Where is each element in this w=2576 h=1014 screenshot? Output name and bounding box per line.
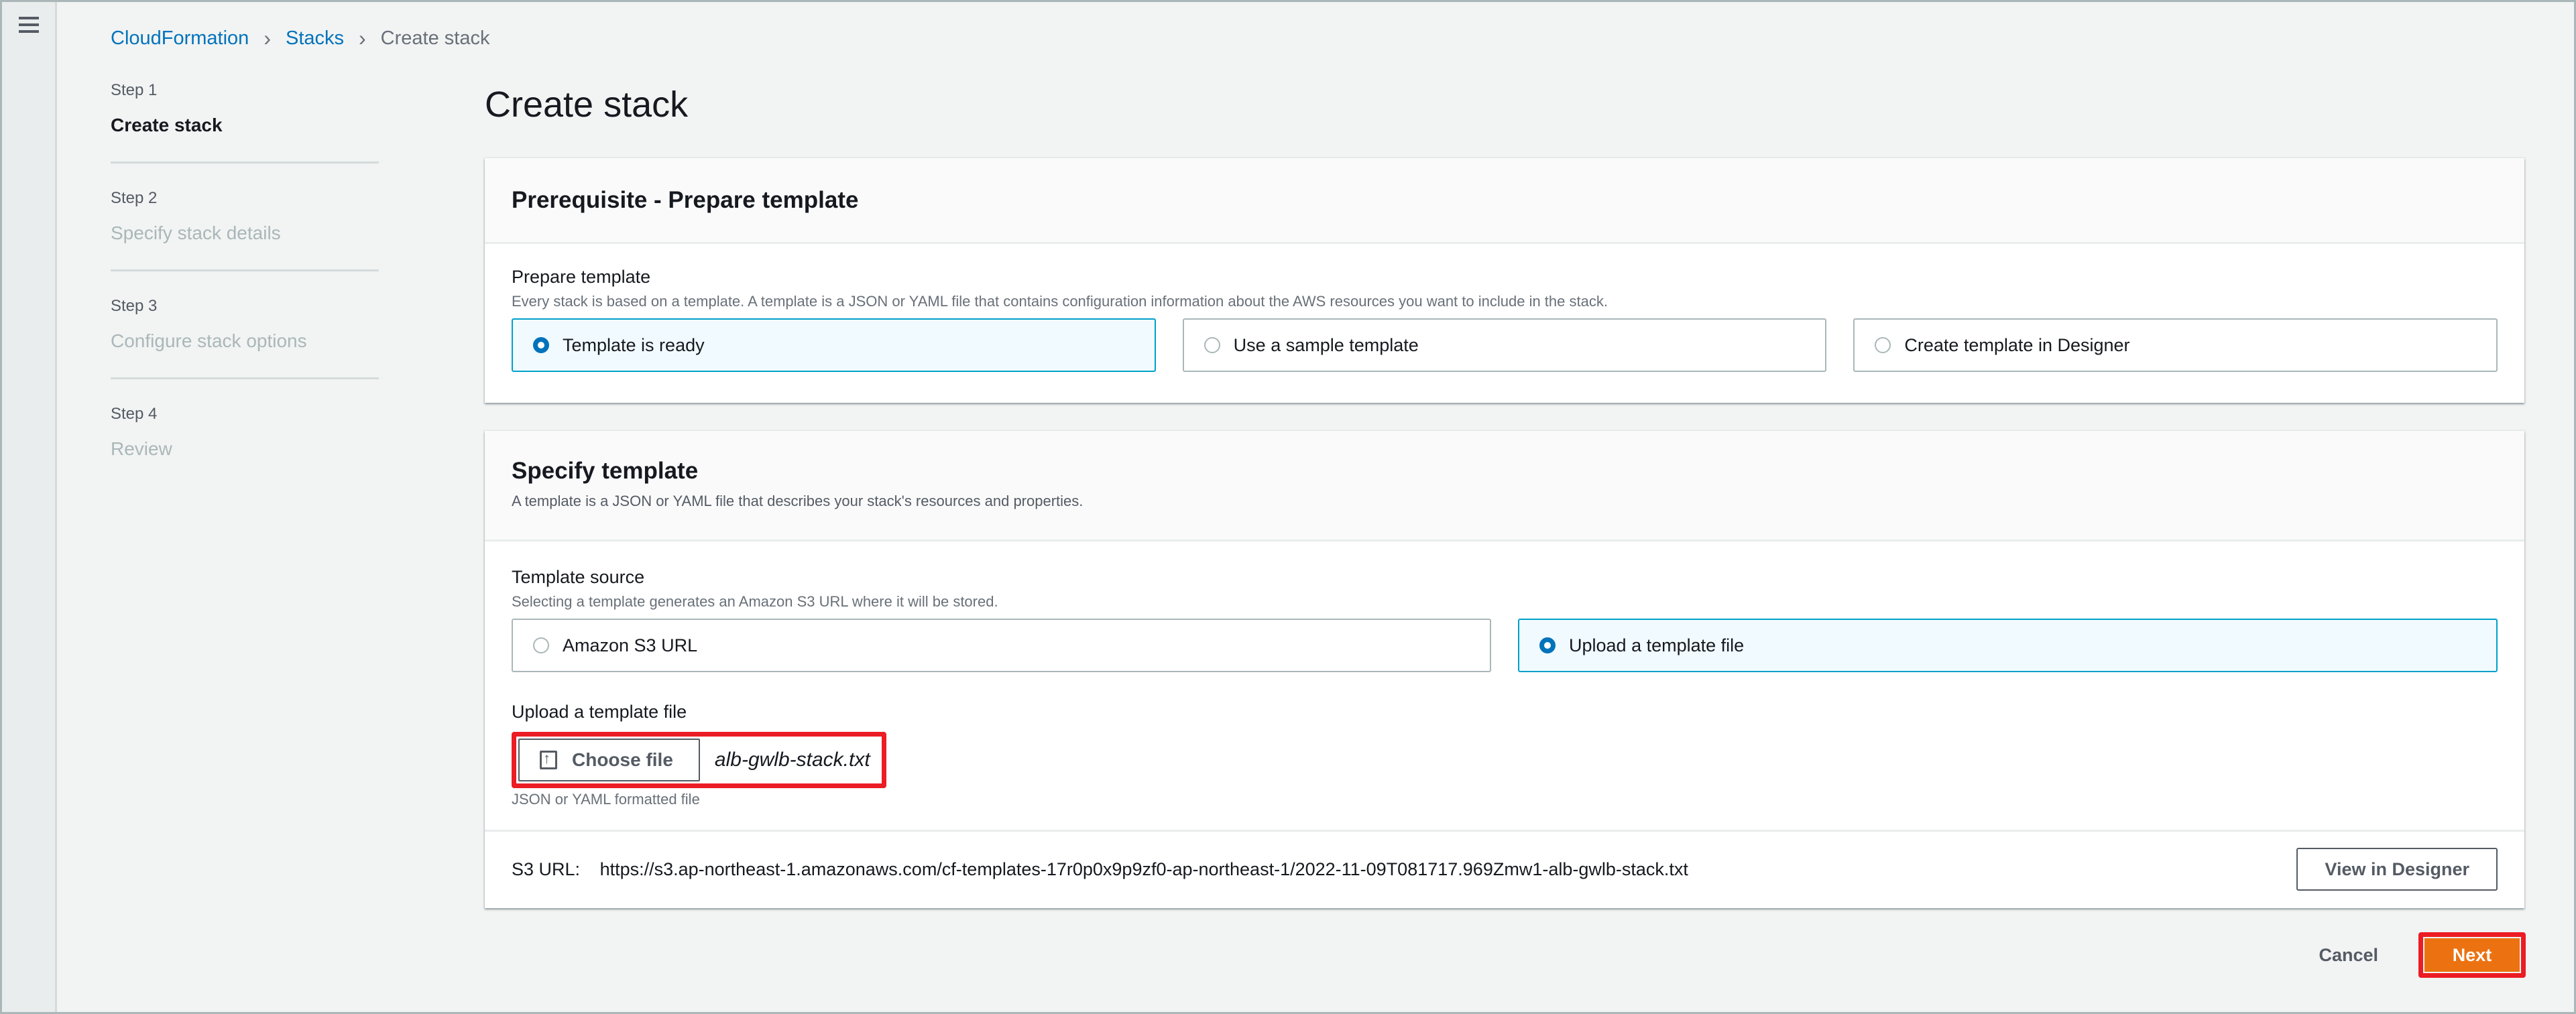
file-upload-row: Choose file alb-gwlb-stack.txt xyxy=(512,732,2498,788)
option-label: Upload a template file xyxy=(1569,635,1745,655)
field-label: Prepare template xyxy=(512,267,651,287)
panel-header: Specify template A template is a JSON or… xyxy=(485,431,2524,542)
panel-title: Specify template xyxy=(512,458,699,484)
view-in-designer-button[interactable]: View in Designer xyxy=(2296,848,2498,891)
field-label: Upload a template file xyxy=(512,702,687,722)
step-title: Create stack xyxy=(111,115,223,135)
next-button[interactable]: Next xyxy=(2424,938,2520,972)
prerequisite-panel: Prerequisite - Prepare template Prepare … xyxy=(485,158,2524,403)
highlight-box: Choose file alb-gwlb-stack.txt xyxy=(512,732,886,788)
choose-file-label: Choose file xyxy=(572,749,673,770)
wizard-actions: Cancel Next xyxy=(2319,932,2526,978)
cancel-button[interactable]: Cancel xyxy=(2319,945,2378,966)
wizard-steps: Step 1 Create stack Step 2 Specify stack… xyxy=(111,81,379,511)
field-label: Template source xyxy=(512,567,645,587)
panel-body: Template source Selecting a template gen… xyxy=(485,542,2524,830)
radio-empty-icon[interactable] xyxy=(1875,337,1891,353)
wizard-step-4: Step 4 Review xyxy=(111,405,379,485)
radio-empty-icon[interactable] xyxy=(1204,337,1220,353)
panel-body: Prepare template Every stack is based on… xyxy=(485,244,2524,372)
option-sample-template[interactable]: Use a sample template xyxy=(1182,318,1827,372)
radio-empty-icon[interactable] xyxy=(533,637,549,653)
s3-url-row: S3 URL: https://s3.ap-northeast-1.amazon… xyxy=(485,830,2524,907)
upload-hint: JSON or YAML formatted file xyxy=(512,791,700,808)
template-source-options: Amazon S3 URL Upload a template file xyxy=(512,619,2498,672)
step-number: Step 1 xyxy=(111,81,158,99)
step-number: Step 2 xyxy=(111,189,158,207)
wizard-step-2: Step 2 Specify stack details xyxy=(111,189,379,271)
hamburger-menu-icon[interactable] xyxy=(19,17,39,33)
field-description: Every stack is based on a template. A te… xyxy=(512,293,1608,310)
option-label: Amazon S3 URL xyxy=(563,635,698,655)
wizard-step-3: Step 3 Configure stack options xyxy=(111,297,379,379)
prepare-template-options: Template is ready Use a sample template … xyxy=(512,318,2498,372)
step-number: Step 3 xyxy=(111,297,158,315)
choose-file-button[interactable]: Choose file xyxy=(518,739,700,781)
chevron-right-icon: › xyxy=(264,26,271,50)
s3-url-text: S3 URL: https://s3.ap-northeast-1.amazon… xyxy=(512,859,1688,880)
radio-selected-icon[interactable] xyxy=(533,337,549,353)
step-title: Configure stack options xyxy=(111,330,307,351)
breadcrumb: CloudFormation › Stacks › Create stack xyxy=(111,26,489,51)
breadcrumb-current: Create stack xyxy=(380,27,490,49)
step-title: Specify stack details xyxy=(111,223,281,243)
selected-file-name: alb-gwlb-stack.txt xyxy=(714,749,870,771)
breadcrumb-cloudformation[interactable]: CloudFormation xyxy=(111,27,249,50)
step-title: Review xyxy=(111,438,172,459)
s3-url-value: https://s3.ap-northeast-1.amazonaws.com/… xyxy=(599,859,1688,879)
left-nav-rail xyxy=(2,2,57,1012)
option-create-in-designer[interactable]: Create template in Designer xyxy=(1853,318,2498,372)
upload-icon xyxy=(540,750,557,769)
specify-template-panel: Specify template A template is a JSON or… xyxy=(485,431,2524,908)
panel-description: A template is a JSON or YAML file that d… xyxy=(512,493,1084,509)
panel-header: Prerequisite - Prepare template xyxy=(485,158,2524,244)
field-description: Selecting a template generates an Amazon… xyxy=(512,593,998,610)
option-upload-file[interactable]: Upload a template file xyxy=(1518,619,2498,672)
option-label: Create template in Designer xyxy=(1904,334,2130,355)
option-s3-url[interactable]: Amazon S3 URL xyxy=(512,619,1491,672)
wizard-step-1: Step 1 Create stack xyxy=(111,81,379,164)
chevron-right-icon: › xyxy=(359,26,366,50)
option-template-ready[interactable]: Template is ready xyxy=(512,318,1156,372)
s3-url-label: S3 URL: xyxy=(512,859,581,879)
option-label: Use a sample template xyxy=(1233,334,1419,355)
radio-selected-icon[interactable] xyxy=(1539,637,1556,653)
highlight-box: Next xyxy=(2418,932,2526,978)
step-number: Step 4 xyxy=(111,405,158,423)
option-label: Template is ready xyxy=(563,334,705,355)
page-title: Create stack xyxy=(485,84,689,125)
breadcrumb-stacks[interactable]: Stacks xyxy=(286,27,344,50)
panel-title: Prerequisite - Prepare template xyxy=(512,186,859,213)
